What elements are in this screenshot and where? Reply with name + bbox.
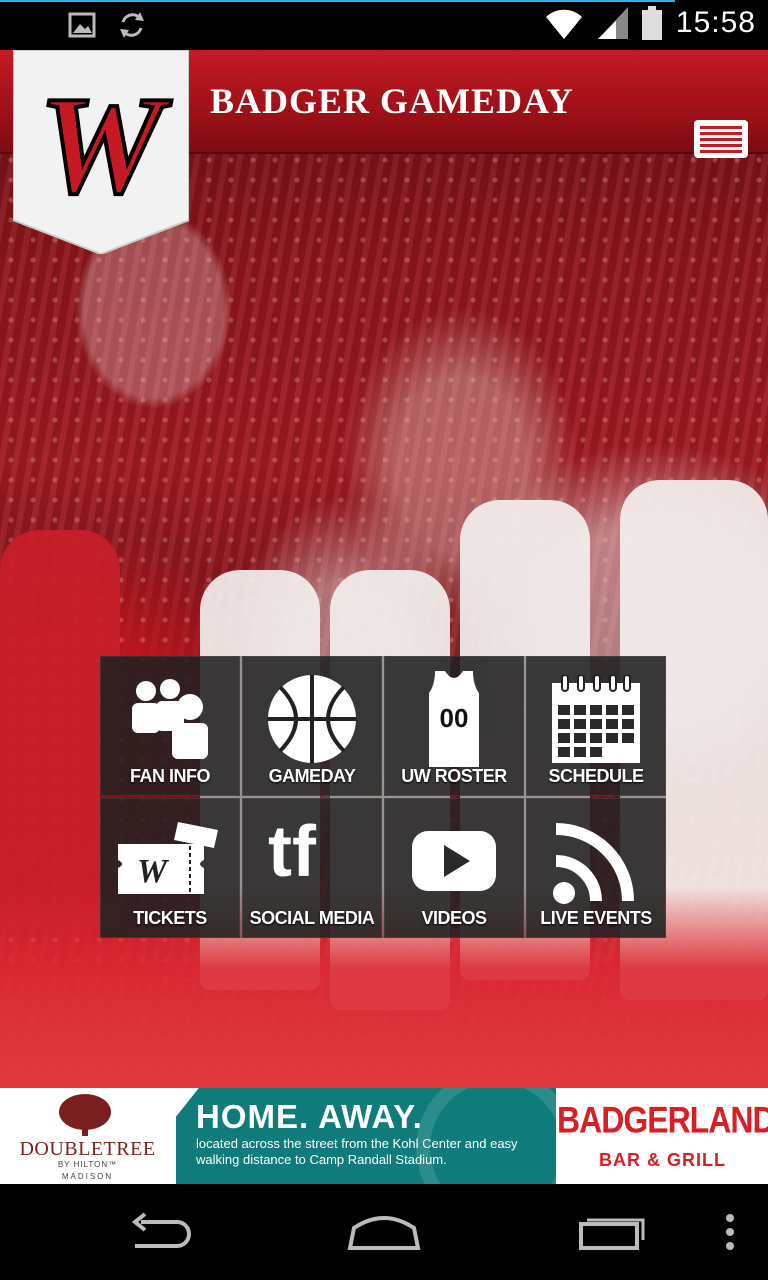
social-icon: tf: [268, 816, 317, 892]
ad-badgerland: BADGERLAND BAR & GRILL: [557, 1088, 768, 1184]
tile-videos[interactable]: VIDEOS: [384, 798, 524, 938]
play-icon: [412, 831, 496, 891]
tile-fan-info[interactable]: FAN INFO: [100, 656, 240, 796]
list-icon-line: [700, 149, 742, 153]
ticket-logo: W: [137, 853, 170, 890]
social-letters: tf: [268, 816, 317, 892]
list-icon-line: [700, 125, 742, 129]
app-title: BADGER GAMEDAY: [210, 81, 574, 121]
tile-schedule[interactable]: SCHEDULE: [526, 656, 666, 796]
tile-label: GAMEDAY: [268, 766, 356, 786]
tile-gameday[interactable]: GAMEDAY: [242, 656, 382, 796]
ad-banner[interactable]: DOUBLETREE BY HILTON™ MADISON HOME. AWAY…: [0, 1088, 768, 1184]
menu-button[interactable]: [694, 120, 748, 158]
jersey-number: 00: [440, 703, 469, 733]
wisconsin-logo[interactable]: W: [13, 50, 189, 254]
rss-icon: [553, 823, 634, 904]
system-nav-bar: [0, 1184, 768, 1280]
logo-letter: W: [39, 68, 172, 223]
sync-icon: [120, 12, 144, 38]
home-button[interactable]: [344, 1202, 424, 1262]
ad-headline: HOME. AWAY.: [196, 1098, 423, 1135]
tile-label: FAN INFO: [130, 766, 211, 786]
battery-icon: [641, 6, 662, 40]
jersey-icon: 00: [429, 671, 479, 767]
wifi-icon: [545, 9, 582, 39]
users-icon: [132, 679, 208, 759]
status-system: 15:58: [544, 6, 756, 40]
badgerland-name: BADGERLAND: [557, 1099, 768, 1141]
recent-apps-icon: [579, 1218, 645, 1250]
doubletree-city: MADISON: [61, 1172, 114, 1181]
list-icon-line: [700, 131, 742, 135]
doubletree-sub: BY HILTON™: [57, 1160, 118, 1169]
list-icon-line: [700, 143, 742, 147]
tile-uw-roster[interactable]: 00 UW ROSTER: [384, 656, 524, 796]
tile-label: VIDEOS: [421, 908, 487, 928]
ad-message: HOME. AWAY. located across the street fr…: [176, 1088, 556, 1184]
image-icon: [68, 12, 96, 38]
back-icon: [131, 1212, 191, 1248]
clock: 15:58: [675, 6, 756, 39]
tile-label: TICKETS: [133, 908, 207, 928]
status-bar: 15:58: [0, 0, 768, 50]
main-menu-grid: FAN INFO GAMEDAY 00 UW ROSTER SCHEDULE W…: [100, 656, 666, 938]
tile-label: UW ROSTER: [401, 766, 507, 786]
ticket-icon: W: [118, 822, 218, 894]
ad-copy: located across the street from the Kohl …: [196, 1136, 518, 1167]
doubletree-name: DOUBLETREE: [19, 1138, 156, 1160]
home-icon: [347, 1216, 421, 1250]
back-button[interactable]: [120, 1202, 200, 1262]
tile-label: LIVE EVENTS: [540, 908, 652, 928]
tree-logo-icon: [59, 1094, 111, 1136]
signal-icon: [597, 7, 628, 39]
overflow-menu-button[interactable]: [690, 1202, 768, 1262]
status-accent-line: [0, 0, 675, 2]
tile-label: SCHEDULE: [548, 766, 644, 786]
recent-apps-button[interactable]: [570, 1202, 650, 1262]
tile-live-events[interactable]: LIVE EVENTS: [526, 798, 666, 938]
tile-tickets[interactable]: W TICKETS: [100, 798, 240, 938]
basketball-icon: [268, 675, 356, 763]
status-notifications: [68, 10, 146, 40]
overflow-menu-icon: [726, 1214, 734, 1250]
tile-label: SOCIAL MEDIA: [249, 908, 375, 928]
calendar-icon: [552, 675, 640, 763]
badgerland-sub: BAR & GRILL: [599, 1150, 726, 1170]
tile-social-media[interactable]: tf SOCIAL MEDIA: [242, 798, 382, 938]
list-icon-line: [700, 137, 742, 141]
ad-doubletree: DOUBLETREE BY HILTON™ MADISON: [0, 1088, 175, 1184]
